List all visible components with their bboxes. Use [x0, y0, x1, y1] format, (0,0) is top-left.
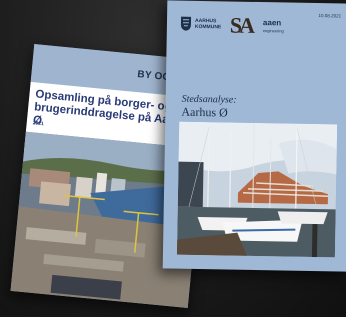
- report-cover-stedsanalyse: AARHUS KOMMUNE SA aaen engineering 10.08…: [162, 0, 346, 272]
- marina-photo: [176, 121, 338, 258]
- aarhus-logo-line2: KOMMUNE: [194, 23, 222, 31]
- aaen-logo-subtitle: engineering: [262, 28, 284, 34]
- report-title: Aarhus Ø: [181, 104, 228, 120]
- aaen-logo-name: aaen: [262, 18, 282, 28]
- report-year: 2021: [32, 120, 45, 128]
- sa-logo-mark: SA: [229, 12, 253, 38]
- aarhus-kommune-logo-text: AARHUS KOMMUNE: [195, 18, 222, 30]
- report-date: 10.08.2021: [318, 13, 342, 19]
- aarhus-kommune-emblem-icon: [180, 16, 192, 31]
